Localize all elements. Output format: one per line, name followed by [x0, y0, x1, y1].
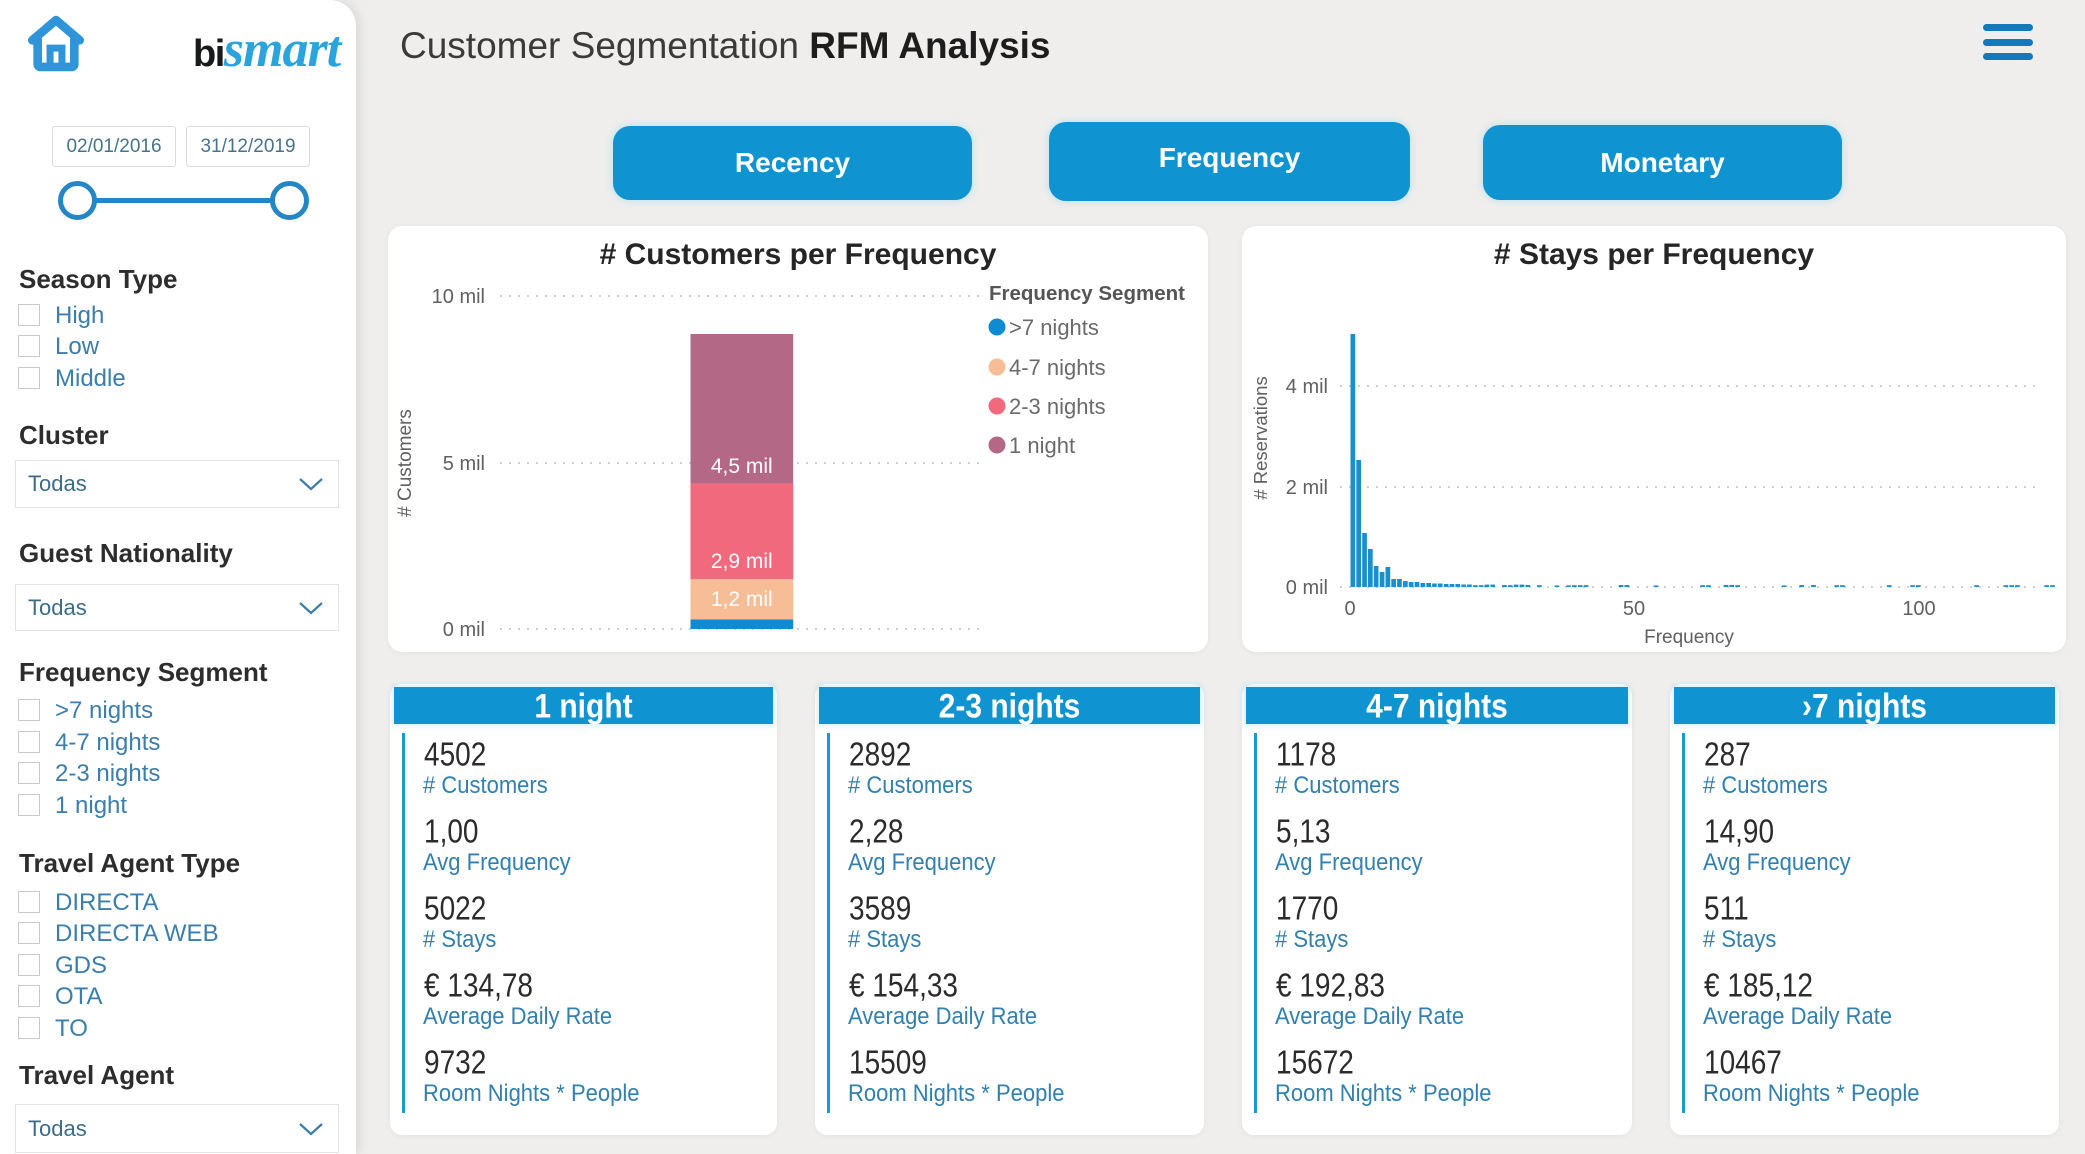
svg-text:# Reservations: # Reservations: [1250, 376, 1271, 499]
svg-text:100: 100: [1902, 598, 1935, 620]
svg-text:4-7 nights: 4-7 nights: [1009, 355, 1106, 380]
svg-text:# Customers: # Customers: [395, 409, 416, 517]
svg-text:>7 nights: >7 nights: [1009, 315, 1099, 340]
svg-text:2 mil: 2 mil: [1286, 477, 1328, 499]
svg-text:4,5 mil: 4,5 mil: [711, 455, 773, 478]
svg-text:2,9 mil: 2,9 mil: [711, 550, 773, 573]
svg-text:Frequency: Frequency: [1644, 627, 1734, 648]
svg-text:10 mil: 10 mil: [432, 286, 485, 308]
svg-text:5 mil: 5 mil: [443, 453, 485, 475]
svg-text:0 mil: 0 mil: [1286, 577, 1328, 599]
svg-text:2-3 nights: 2-3 nights: [1009, 394, 1106, 419]
svg-text:0 mil: 0 mil: [443, 619, 485, 641]
svg-text:4 mil: 4 mil: [1286, 376, 1328, 398]
svg-text:50: 50: [1623, 598, 1645, 620]
svg-text:Frequency Segment: Frequency Segment: [989, 282, 1185, 305]
svg-text:# Stays per Frequency: # Stays per Frequency: [1494, 238, 1814, 271]
svg-text:1,2 mil: 1,2 mil: [711, 588, 773, 611]
svg-text:# Customers per Frequency: # Customers per Frequency: [600, 238, 997, 271]
svg-text:1 night: 1 night: [1009, 433, 1075, 458]
svg-text:0: 0: [1344, 598, 1355, 620]
